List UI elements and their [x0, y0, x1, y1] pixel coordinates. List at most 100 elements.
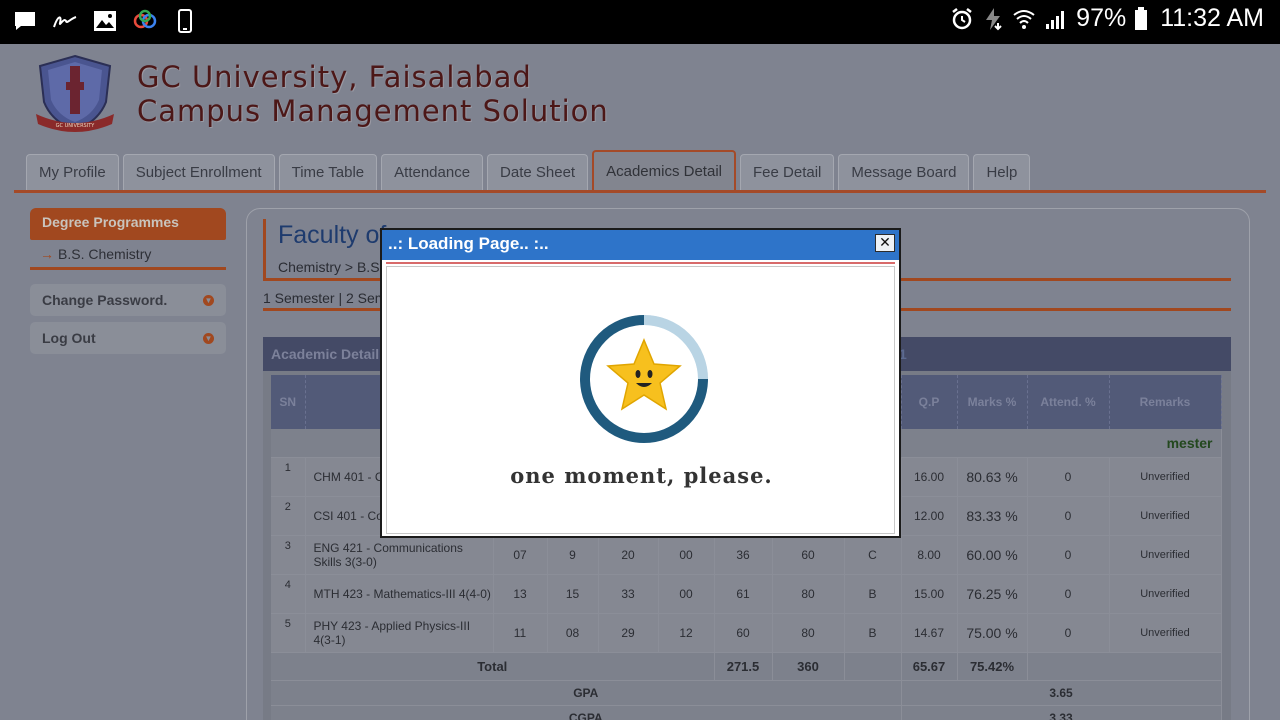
- col-header: Marks %: [957, 375, 1028, 429]
- total-label: Total: [271, 652, 715, 681]
- cell: 80: [772, 574, 845, 614]
- cell-attend: 0: [1027, 535, 1110, 575]
- cell-subject: PHY 423 - Applied Physics-III 4(3-1): [305, 613, 494, 653]
- cgpa-label: CGPA: [271, 705, 902, 720]
- cell-qp: 14.67: [901, 613, 958, 653]
- tab-my-profile[interactable]: My Profile: [26, 154, 119, 190]
- tab-academics-detail[interactable]: Academics Detail: [592, 150, 736, 190]
- cell: 9: [547, 535, 599, 575]
- site-header: GC UNIVERSITY GC University, Faisalabad …: [0, 44, 1280, 150]
- tab-subject-enrollment[interactable]: Subject Enrollment: [122, 154, 275, 190]
- cell-marks: 83.33 %: [957, 496, 1028, 536]
- programme-label: B.S. Chemistry: [58, 246, 152, 262]
- message-icon: [12, 8, 38, 34]
- cell: [844, 652, 902, 681]
- cell: 12: [658, 613, 715, 653]
- wifi-icon: [1012, 7, 1036, 31]
- cell-qp: 15.00: [901, 574, 958, 614]
- cell-grade: B: [844, 613, 902, 653]
- cell: 00: [658, 574, 715, 614]
- cell: 08: [547, 613, 599, 653]
- breadcrumb: Chemistry > B.S.: [278, 259, 384, 275]
- loading-message: one moment, please.: [510, 463, 773, 488]
- close-button[interactable]: ✕: [875, 234, 895, 252]
- cell-subject: MTH 423 - Mathematics-III 4(4-0): [305, 574, 494, 614]
- cell-sn: 1: [271, 457, 306, 497]
- cell: [1027, 652, 1222, 681]
- battery-icon: [1134, 6, 1148, 31]
- cell: 61: [714, 574, 773, 614]
- cell-sn: 3: [271, 535, 306, 575]
- cell-qp: 12.00: [901, 496, 958, 536]
- cell-subject: ENG 421 - Communications Skills 3(3-0): [305, 535, 494, 575]
- dialog-titlebar: ..: Loading Page.. :.. ✕: [382, 230, 899, 260]
- notification-icons: [12, 8, 198, 34]
- tab-message-board[interactable]: Message Board: [838, 154, 970, 190]
- sidebar-heading[interactable]: Degree Programmes: [30, 208, 226, 240]
- cell: 60: [772, 535, 845, 575]
- cell-remarks: Unverified: [1109, 535, 1222, 575]
- tab-time-table[interactable]: Time Table: [278, 154, 378, 190]
- dialog-title: ..: Loading Page.. :..: [388, 234, 549, 253]
- cell-attend: 0: [1027, 457, 1110, 497]
- cell-remarks: Unverified: [1109, 496, 1222, 536]
- system-status: 97% 11:32 AM: [950, 4, 1264, 33]
- gpa-label: GPA: [271, 680, 902, 706]
- faculty-title: Faculty of: [278, 221, 387, 249]
- tab-date-sheet[interactable]: Date Sheet: [487, 154, 589, 190]
- total-row: Total 271.5 360 65.67 75.42%: [271, 652, 1222, 681]
- tab-attendance[interactable]: Attendance: [381, 154, 484, 190]
- cell: 33: [598, 574, 659, 614]
- cell-qp: 8.00: [901, 535, 958, 575]
- cell-marks: 60.00 %: [957, 535, 1028, 575]
- cgpa-row: CGPA 3.33: [271, 705, 1222, 720]
- total-qp: 65.67: [901, 652, 958, 681]
- loading-spinner: [578, 313, 710, 445]
- cell: 07: [493, 535, 548, 575]
- cell-remarks: Unverified: [1109, 574, 1222, 614]
- tab-help[interactable]: Help: [973, 154, 1031, 190]
- dialog-body: one moment, please.: [386, 266, 895, 534]
- sidebar-item-programme[interactable]: → B.S. Chemistry: [30, 240, 226, 270]
- svg-text:GC UNIVERSITY: GC UNIVERSITY: [56, 123, 96, 129]
- cell: 15: [547, 574, 599, 614]
- table-row: 4 MTH 423 - Mathematics-III 4(4-0) 13 15…: [271, 574, 1222, 614]
- android-status-bar: 97% 11:32 AM: [0, 0, 1280, 44]
- cell: 29: [598, 613, 659, 653]
- table-row: 5 PHY 423 - Applied Physics-III 4(3-1) 1…: [271, 613, 1222, 653]
- cell-sn: 5: [271, 613, 306, 653]
- clock: 11:32 AM: [1160, 4, 1264, 32]
- cell: 80: [772, 613, 845, 653]
- total-percent: 75.42%: [957, 652, 1028, 681]
- gpa-value: 3.65: [901, 680, 1222, 706]
- col-header: Attend. %: [1027, 375, 1110, 429]
- cgpa-value: 3.33: [901, 705, 1222, 720]
- cell-sn: 2: [271, 496, 306, 536]
- col-header: SN: [271, 375, 306, 429]
- logout-label: Log Out: [42, 330, 96, 346]
- col-header: Remarks: [1109, 375, 1222, 429]
- cell-grade: C: [844, 535, 902, 575]
- cell: 60: [714, 613, 773, 653]
- sidebar: Degree Programmes → B.S. Chemistry Change…: [30, 208, 226, 354]
- chevron-down-icon: ▼: [203, 333, 214, 344]
- signal-icon: [1044, 7, 1068, 31]
- cell-attend: 0: [1027, 613, 1110, 653]
- cell: 00: [658, 535, 715, 575]
- cell-remarks: Unverified: [1109, 457, 1222, 497]
- sync-icon: [132, 8, 158, 34]
- cell: 20: [598, 535, 659, 575]
- change-password-button[interactable]: Change Password. ▼: [30, 284, 226, 316]
- total-obtained: 271.5: [714, 652, 773, 681]
- site-title-line2: Campus Management Solution: [137, 94, 609, 128]
- cell-marks: 80.63 %: [957, 457, 1028, 497]
- data-saver-icon: [982, 7, 1004, 31]
- cell-marks: 75.00 %: [957, 613, 1028, 653]
- cell-remarks: Unverified: [1109, 613, 1222, 653]
- logout-button[interactable]: Log Out ▼: [30, 322, 226, 354]
- dialog-divider: [386, 262, 895, 264]
- tab-fee-detail[interactable]: Fee Detail: [740, 154, 835, 190]
- site-title: GC University, Faisalabad Campus Managem…: [137, 60, 609, 128]
- battery-percent: 97%: [1076, 4, 1127, 32]
- alarm-icon: [950, 7, 974, 31]
